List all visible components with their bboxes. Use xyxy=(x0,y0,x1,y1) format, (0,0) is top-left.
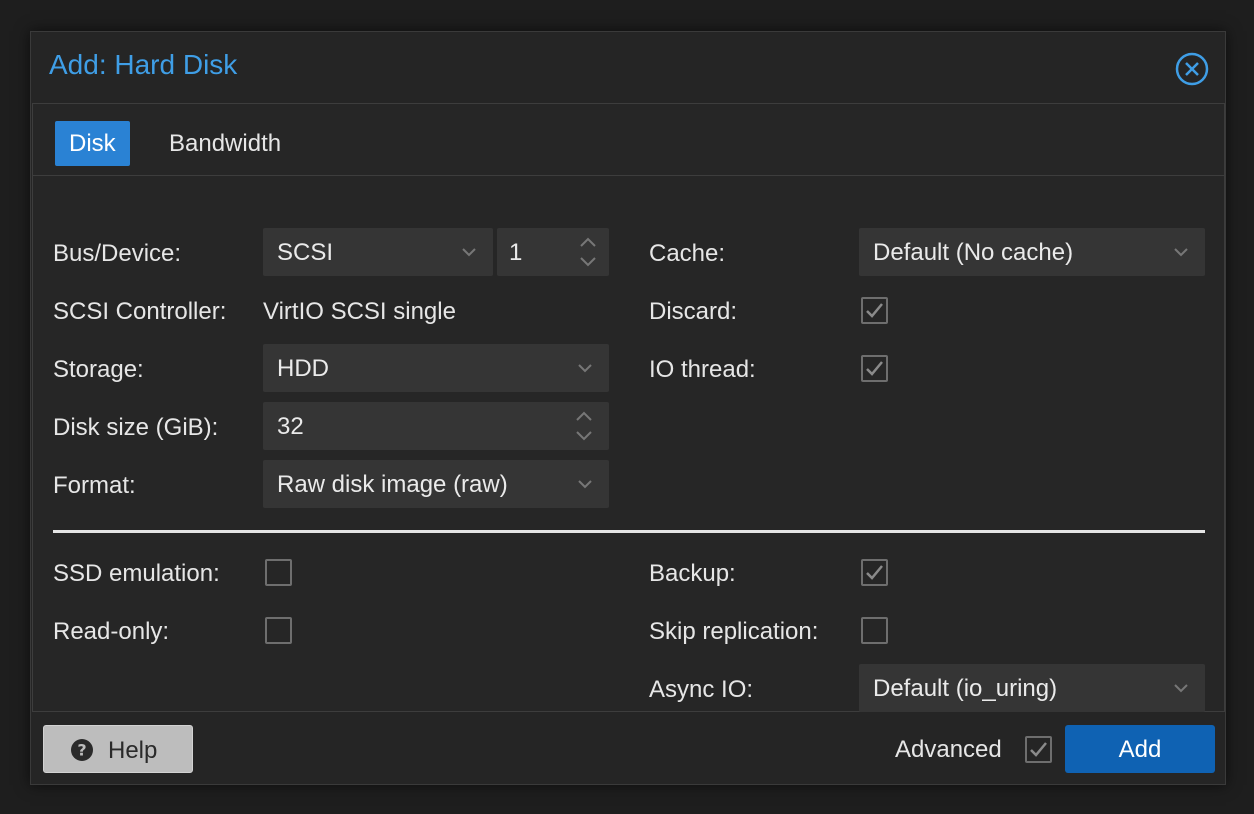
checkmark-icon xyxy=(866,565,883,580)
spinner-arrows-icon[interactable] xyxy=(573,408,595,444)
chevron-down-icon xyxy=(578,364,592,373)
disk-size-input[interactable]: 32 xyxy=(263,402,609,450)
checkmark-icon xyxy=(866,361,883,376)
chevron-down-icon xyxy=(1174,684,1188,693)
bus-device-label: Bus/Device: xyxy=(53,240,182,267)
help-label: Help xyxy=(108,737,158,764)
dialog-body: Disk Bandwidth Bus/Device: SCSI 1 SCSI C… xyxy=(32,103,1225,712)
device-value: 1 xyxy=(509,239,523,266)
async-io-select[interactable]: Default (io_uring) xyxy=(859,664,1205,712)
checkmark-icon xyxy=(1030,742,1047,757)
spinner-arrows-icon[interactable] xyxy=(577,234,599,270)
read-only-label: Read-only: xyxy=(53,618,170,645)
dialog-titlebar[interactable]: Add: Hard Disk xyxy=(31,32,1225,103)
tab-disk[interactable]: Disk xyxy=(55,121,130,166)
chevron-down-icon xyxy=(1174,248,1188,257)
advanced-label: Advanced xyxy=(895,736,1002,763)
add-hard-disk-dialog: Add: Hard Disk Disk Bandwidth Bus/Device… xyxy=(30,31,1226,785)
tab-bar: Disk Bandwidth xyxy=(33,104,1224,176)
format-label: Format: xyxy=(53,472,136,499)
disk-size-value: 32 xyxy=(277,413,304,440)
add-button[interactable]: Add xyxy=(1065,725,1215,773)
cache-value: Default (No cache) xyxy=(873,239,1074,266)
format-value: Raw disk image (raw) xyxy=(277,471,508,498)
storage-value: HDD xyxy=(277,355,329,382)
bus-select[interactable]: SCSI xyxy=(263,228,493,276)
add-label: Add xyxy=(1118,736,1162,763)
backup-label: Backup: xyxy=(649,560,736,587)
async-io-value: Default (io_uring) xyxy=(873,675,1058,702)
svg-text:?: ? xyxy=(77,741,86,760)
dialog-footer: ? Help Advanced Add xyxy=(31,712,1225,786)
skip-replication-checkbox[interactable] xyxy=(861,617,888,644)
scsi-controller-label: SCSI Controller: xyxy=(53,298,227,325)
bus-value: SCSI xyxy=(277,239,334,266)
cache-select[interactable]: Default (No cache) xyxy=(859,228,1205,276)
question-circle-icon: ? xyxy=(71,739,93,761)
ssd-emulation-label: SSD emulation: xyxy=(53,560,220,587)
async-io-label: Async IO: xyxy=(649,676,754,703)
format-select[interactable]: Raw disk image (raw) xyxy=(263,460,609,508)
close-icon[interactable] xyxy=(1175,52,1209,86)
skip-replication-label: Skip replication: xyxy=(649,618,819,645)
help-button[interactable]: ? Help xyxy=(43,725,193,773)
io-thread-checkbox[interactable] xyxy=(861,355,888,382)
read-only-checkbox[interactable] xyxy=(265,617,292,644)
advanced-separator xyxy=(53,530,1205,533)
disk-size-label: Disk size (GiB): xyxy=(53,414,219,441)
checkmark-icon xyxy=(866,303,883,318)
storage-select[interactable]: HDD xyxy=(263,344,609,392)
storage-label: Storage: xyxy=(53,356,144,383)
tab-bandwidth[interactable]: Bandwidth xyxy=(155,121,295,166)
cache-label: Cache: xyxy=(649,240,726,267)
backup-checkbox[interactable] xyxy=(861,559,888,586)
ssd-emulation-checkbox[interactable] xyxy=(265,559,292,586)
scsi-controller-value: VirtIO SCSI single xyxy=(263,298,456,325)
discard-label: Discard: xyxy=(649,298,738,325)
chevron-down-icon xyxy=(462,248,476,257)
discard-checkbox[interactable] xyxy=(861,297,888,324)
advanced-checkbox[interactable] xyxy=(1025,736,1052,763)
io-thread-label: IO thread: xyxy=(649,356,756,383)
dialog-title: Add: Hard Disk xyxy=(49,49,238,80)
device-number-spinner[interactable]: 1 xyxy=(497,228,609,276)
chevron-down-icon xyxy=(578,480,592,489)
